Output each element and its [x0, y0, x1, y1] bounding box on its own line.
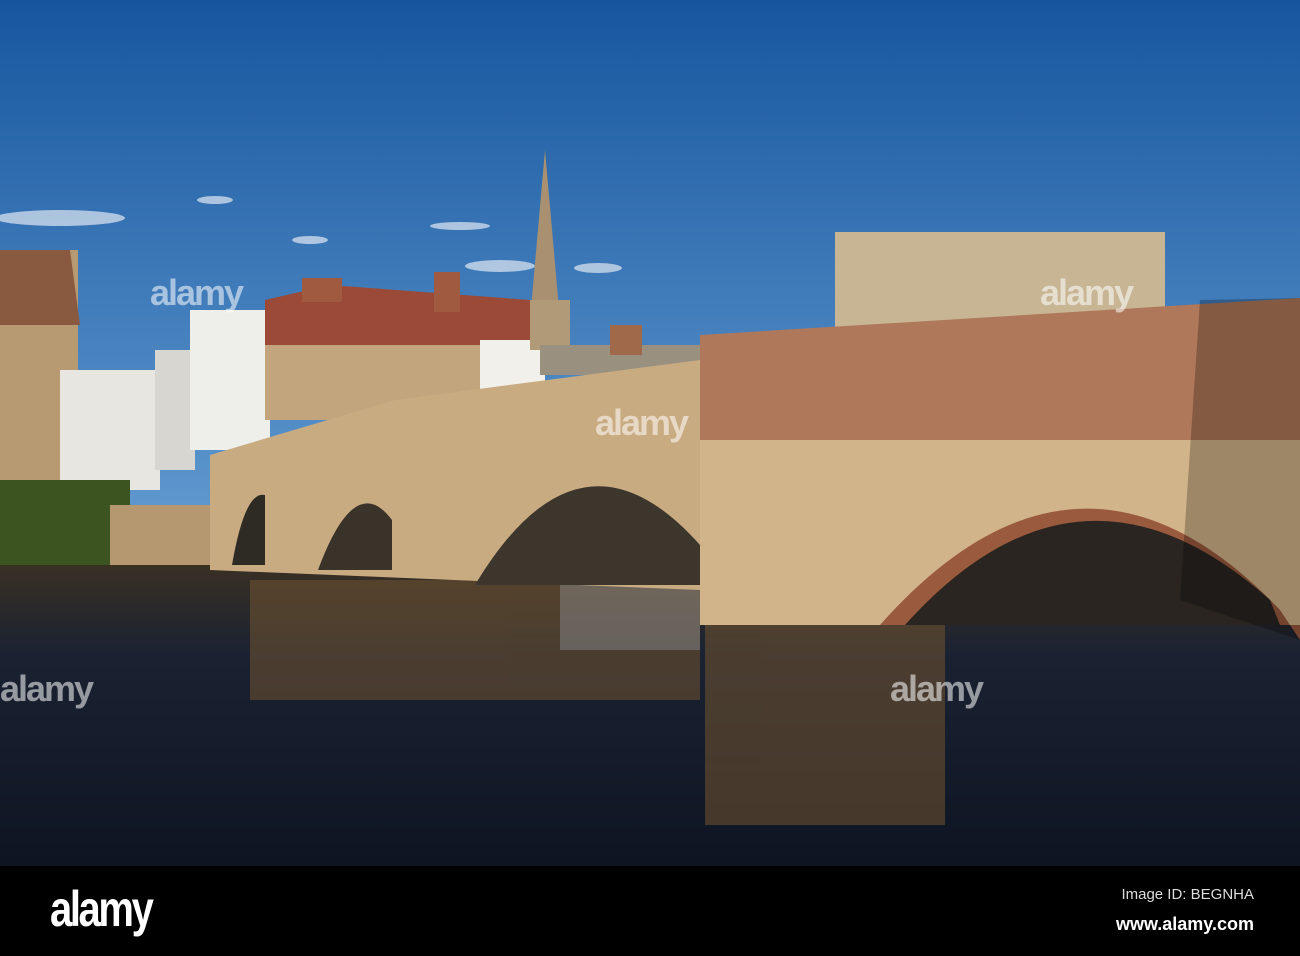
- watermark: alamy: [150, 272, 244, 313]
- watermark: alamy: [0, 668, 94, 709]
- alamy-logo: alamy: [50, 881, 154, 937]
- image-id: Image ID: BEGNHA: [1121, 886, 1254, 903]
- website-url: www.alamy.com: [1115, 914, 1254, 934]
- watermark: alamy: [890, 668, 984, 709]
- watermark: alamy: [595, 402, 689, 443]
- watermark: alamy: [1040, 272, 1134, 313]
- stock-photo: alamy alamy alamy alamy alamy alamy Imag…: [0, 0, 1300, 956]
- footer-bar: alamy Image ID: BEGNHA www.alamy.com: [0, 866, 1300, 956]
